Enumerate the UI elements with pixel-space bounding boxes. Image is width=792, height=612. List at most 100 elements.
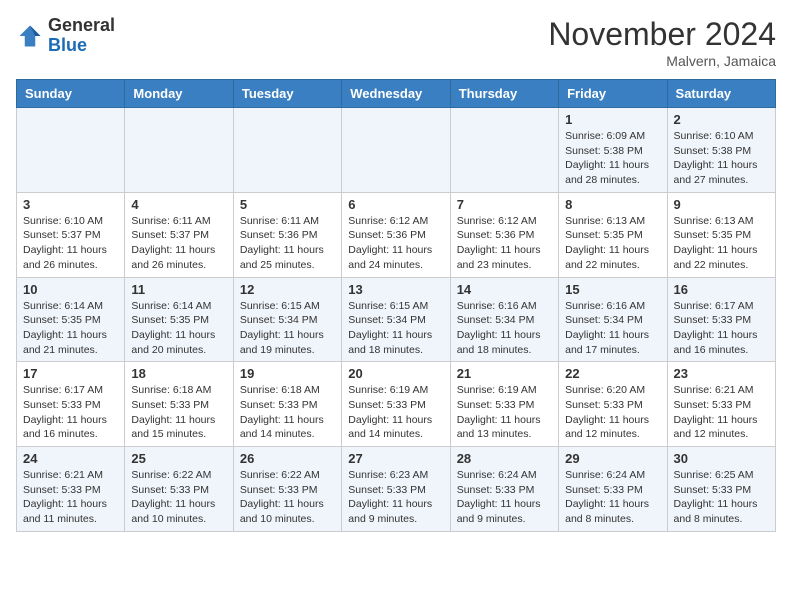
day-number: 24 [23,451,118,466]
calendar-cell: 16 Sunrise: 6:17 AM Sunset: 5:33 PM Dayli… [667,277,775,362]
week-row-5: 24 Sunrise: 6:21 AM Sunset: 5:33 PM Dayli… [17,447,776,532]
day-info: Sunrise: 6:15 AM Sunset: 5:34 PM Dayligh… [240,299,335,358]
day-info: Sunrise: 6:16 AM Sunset: 5:34 PM Dayligh… [565,299,660,358]
day-info: Sunrise: 6:17 AM Sunset: 5:33 PM Dayligh… [23,383,118,442]
calendar-cell: 3 Sunrise: 6:10 AM Sunset: 5:37 PM Daylig… [17,192,125,277]
day-number: 19 [240,366,335,381]
day-info: Sunrise: 6:24 AM Sunset: 5:33 PM Dayligh… [565,468,660,527]
calendar-cell: 18 Sunrise: 6:18 AM Sunset: 5:33 PM Dayli… [125,362,233,447]
day-info: Sunrise: 6:16 AM Sunset: 5:34 PM Dayligh… [457,299,552,358]
calendar-cell [233,108,341,193]
day-number: 29 [565,451,660,466]
calendar-cell: 27Sunrise: 6:23 AM Sunset: 5:33 PM Dayli… [342,447,450,532]
day-number: 3 [23,197,118,212]
day-number: 26 [240,451,335,466]
calendar-cell: 4 Sunrise: 6:11 AM Sunset: 5:37 PM Daylig… [125,192,233,277]
calendar-cell: 10 Sunrise: 6:14 AM Sunset: 5:35 PM Dayli… [17,277,125,362]
day-number: 5 [240,197,335,212]
day-number: 28 [457,451,552,466]
day-info: Sunrise: 6:22 AM Sunset: 5:33 PM Dayligh… [131,468,226,527]
day-number: 16 [674,282,769,297]
day-info: Sunrise: 6:18 AM Sunset: 5:33 PM Dayligh… [240,383,335,442]
calendar-cell: 26 Sunrise: 6:22 AM Sunset: 5:33 PM Dayli… [233,447,341,532]
page-header: General Blue November 2024 Malvern, Jama… [16,16,776,69]
day-info: Sunrise: 6:21 AM Sunset: 5:33 PM Dayligh… [23,468,118,527]
day-number: 4 [131,197,226,212]
day-number: 18 [131,366,226,381]
calendar-cell: 9 Sunrise: 6:13 AM Sunset: 5:35 PM Daylig… [667,192,775,277]
day-number: 1 [565,112,660,127]
weekday-header-sunday: Sunday [17,80,125,108]
calendar-cell: 14 Sunrise: 6:16 AM Sunset: 5:34 PM Dayli… [450,277,558,362]
day-info: Sunrise: 6:18 AM Sunset: 5:33 PM Dayligh… [131,383,226,442]
weekday-header-tuesday: Tuesday [233,80,341,108]
calendar-cell [17,108,125,193]
week-row-3: 10 Sunrise: 6:14 AM Sunset: 5:35 PM Dayli… [17,277,776,362]
calendar-cell: 23Sunrise: 6:21 AM Sunset: 5:33 PM Dayli… [667,362,775,447]
month-title: November 2024 [548,16,776,53]
day-info: Sunrise: 6:10 AM Sunset: 5:38 PM Dayligh… [674,129,769,188]
logo-icon [16,22,44,50]
day-number: 11 [131,282,226,297]
weekday-header-friday: Friday [559,80,667,108]
weekday-header-row: SundayMondayTuesdayWednesdayThursdayFrid… [17,80,776,108]
calendar-cell: 19 Sunrise: 6:18 AM Sunset: 5:33 PM Dayli… [233,362,341,447]
calendar-cell: 8Sunrise: 6:13 AM Sunset: 5:35 PM Daylig… [559,192,667,277]
day-number: 12 [240,282,335,297]
day-info: Sunrise: 6:11 AM Sunset: 5:37 PM Dayligh… [131,214,226,273]
weekday-header-thursday: Thursday [450,80,558,108]
day-info: Sunrise: 6:11 AM Sunset: 5:36 PM Dayligh… [240,214,335,273]
calendar-cell: 13 Sunrise: 6:15 AM Sunset: 5:34 PM Dayli… [342,277,450,362]
day-info: Sunrise: 6:12 AM Sunset: 5:36 PM Dayligh… [457,214,552,273]
calendar-cell [125,108,233,193]
calendar-cell: 7Sunrise: 6:12 AM Sunset: 5:36 PM Daylig… [450,192,558,277]
day-info: Sunrise: 6:14 AM Sunset: 5:35 PM Dayligh… [131,299,226,358]
week-row-4: 17 Sunrise: 6:17 AM Sunset: 5:33 PM Dayli… [17,362,776,447]
day-number: 22 [565,366,660,381]
day-info: Sunrise: 6:12 AM Sunset: 5:36 PM Dayligh… [348,214,443,273]
day-info: Sunrise: 6:19 AM Sunset: 5:33 PM Dayligh… [348,383,443,442]
calendar-cell: 11 Sunrise: 6:14 AM Sunset: 5:35 PM Dayli… [125,277,233,362]
calendar-cell: 5 Sunrise: 6:11 AM Sunset: 5:36 PM Daylig… [233,192,341,277]
weekday-header-wednesday: Wednesday [342,80,450,108]
day-number: 17 [23,366,118,381]
day-info: Sunrise: 6:20 AM Sunset: 5:33 PM Dayligh… [565,383,660,442]
day-info: Sunrise: 6:22 AM Sunset: 5:33 PM Dayligh… [240,468,335,527]
day-info: Sunrise: 6:10 AM Sunset: 5:37 PM Dayligh… [23,214,118,273]
day-info: Sunrise: 6:14 AM Sunset: 5:35 PM Dayligh… [23,299,118,358]
day-number: 9 [674,197,769,212]
calendar-cell: 12 Sunrise: 6:15 AM Sunset: 5:34 PM Dayli… [233,277,341,362]
week-row-1: 1Sunrise: 6:09 AM Sunset: 5:38 PM Daylig… [17,108,776,193]
day-number: 2 [674,112,769,127]
location: Malvern, Jamaica [548,53,776,69]
calendar-cell: 24 Sunrise: 6:21 AM Sunset: 5:33 PM Dayli… [17,447,125,532]
calendar-cell [342,108,450,193]
day-number: 14 [457,282,552,297]
calendar-cell: 25 Sunrise: 6:22 AM Sunset: 5:33 PM Dayli… [125,447,233,532]
day-number: 15 [565,282,660,297]
weekday-header-monday: Monday [125,80,233,108]
day-number: 6 [348,197,443,212]
calendar-cell: 22 Sunrise: 6:20 AM Sunset: 5:33 PM Dayli… [559,362,667,447]
day-number: 13 [348,282,443,297]
calendar-cell: 21Sunrise: 6:19 AM Sunset: 5:33 PM Dayli… [450,362,558,447]
day-info: Sunrise: 6:13 AM Sunset: 5:35 PM Dayligh… [565,214,660,273]
calendar-cell: 20 Sunrise: 6:19 AM Sunset: 5:33 PM Dayli… [342,362,450,447]
logo: General Blue [16,16,115,56]
day-info: Sunrise: 6:17 AM Sunset: 5:33 PM Dayligh… [674,299,769,358]
day-number: 20 [348,366,443,381]
day-number: 30 [674,451,769,466]
day-info: Sunrise: 6:15 AM Sunset: 5:34 PM Dayligh… [348,299,443,358]
day-info: Sunrise: 6:13 AM Sunset: 5:35 PM Dayligh… [674,214,769,273]
calendar-cell: 15 Sunrise: 6:16 AM Sunset: 5:34 PM Dayli… [559,277,667,362]
day-info: Sunrise: 6:21 AM Sunset: 5:33 PM Dayligh… [674,383,769,442]
logo-text: General Blue [48,16,115,56]
calendar-cell: 28Sunrise: 6:24 AM Sunset: 5:33 PM Dayli… [450,447,558,532]
day-info: Sunrise: 6:19 AM Sunset: 5:33 PM Dayligh… [457,383,552,442]
week-row-2: 3 Sunrise: 6:10 AM Sunset: 5:37 PM Daylig… [17,192,776,277]
calendar-cell [450,108,558,193]
day-number: 10 [23,282,118,297]
calendar-cell: 29 Sunrise: 6:24 AM Sunset: 5:33 PM Dayli… [559,447,667,532]
title-block: November 2024 Malvern, Jamaica [548,16,776,69]
day-number: 25 [131,451,226,466]
